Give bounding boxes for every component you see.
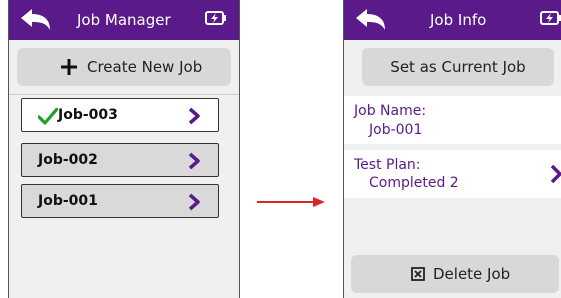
battery-charging-icon — [205, 11, 226, 25]
chevron-right-icon — [188, 193, 200, 211]
delete-job-label: Delete Job — [433, 265, 511, 283]
set-as-current-job-button[interactable]: Set as Current Job — [362, 48, 554, 86]
job-name: Job-003 — [58, 107, 118, 123]
check-icon — [38, 108, 58, 125]
job-row-job-001[interactable]: Job-001 — [21, 184, 219, 218]
job-name-value: Job-001 — [369, 122, 423, 138]
job-name-block: Job Name: Job-001 — [344, 96, 561, 144]
test-plan-value: Completed 2 — [369, 175, 459, 191]
delete-box-icon — [411, 267, 425, 281]
header-bar: Job Manager — [9, 0, 239, 40]
job-row-job-002[interactable]: Job-002 — [21, 143, 219, 177]
job-row-job-003[interactable]: Job-003 — [21, 98, 219, 132]
divider — [9, 94, 239, 95]
back-arrow-icon[interactable] — [19, 7, 53, 33]
job-name: Job-001 — [38, 193, 98, 209]
delete-job-button[interactable]: Delete Job — [351, 255, 559, 293]
page-title: Job Manager — [77, 11, 171, 29]
battery-charging-icon — [540, 11, 561, 25]
back-arrow-icon[interactable] — [354, 7, 388, 33]
plus-icon — [61, 59, 77, 75]
job-info-screen: Job Info Set as Current Job Job Name: Jo… — [343, 0, 561, 298]
test-plan-label: Test Plan: — [354, 157, 421, 173]
create-new-job-label: Create New Job — [87, 58, 203, 76]
chevron-right-icon — [550, 164, 561, 184]
page-title: Job Info — [430, 11, 487, 29]
chevron-right-icon — [188, 107, 200, 125]
job-name-label: Job Name: — [354, 103, 427, 119]
test-plan-row[interactable]: Test Plan: Completed 2 — [344, 150, 561, 198]
flow-arrow-icon — [257, 197, 325, 207]
job-name: Job-002 — [38, 152, 98, 168]
job-manager-screen: Job Manager Create New Job Job-003 Job-0… — [8, 0, 240, 298]
create-new-job-button[interactable]: Create New Job — [17, 48, 231, 86]
chevron-right-icon — [188, 152, 200, 170]
header-bar: Job Info — [344, 0, 561, 40]
